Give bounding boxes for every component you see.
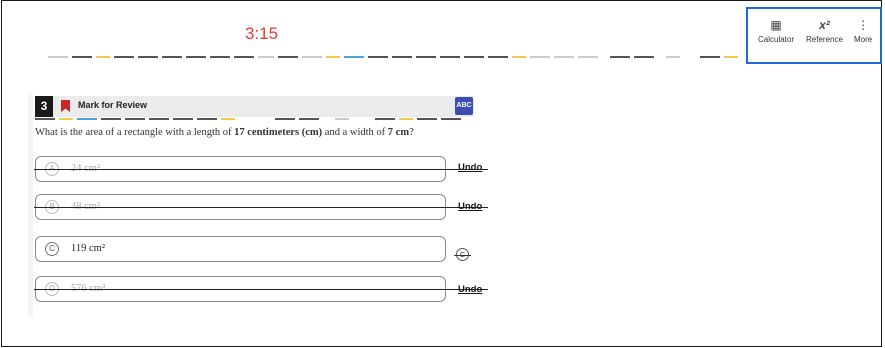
prompt-width: 7 cm <box>387 127 410 138</box>
strikethrough-line <box>34 169 488 170</box>
question-side-rule <box>28 93 33 317</box>
answer-option-c[interactable]: C 119 cm² <box>35 236 446 262</box>
more-vertical-icon: ⋮ <box>857 18 870 32</box>
question-number: 3 <box>35 96 53 117</box>
prompt-length: 17 centimeters (cm) <box>234 127 323 138</box>
prompt-text: and a width of <box>322 127 388 138</box>
strikethrough-line <box>34 289 488 290</box>
undo-button-d[interactable]: Undo <box>458 284 482 295</box>
calculator-icon: ▦ <box>770 18 782 32</box>
undo-button-a[interactable]: Undo <box>458 162 482 173</box>
bookmark-icon[interactable] <box>61 100 70 112</box>
reference-icon: x² <box>819 18 830 32</box>
question-header: 3 Mark for Review ABC <box>35 96 474 120</box>
undo-button-b[interactable]: Undo <box>458 201 482 212</box>
prompt-text: What is the area of a rectangle with a l… <box>35 127 235 138</box>
answer-option-b[interactable]: B 48 cm² <box>34 194 488 220</box>
tools-toolbar: ▦ Calculator x² Reference ⋮ More <box>746 7 882 64</box>
timer: 3:15 <box>245 24 279 43</box>
calculator-label: Calculator <box>758 35 795 44</box>
more-button[interactable]: ⋮ More <box>854 15 872 44</box>
strikethrough-line <box>34 207 488 208</box>
calculator-button[interactable]: ▦ Calculator <box>758 15 794 44</box>
option-letter: C <box>45 242 59 256</box>
mark-for-review-button[interactable]: Mark for Review <box>78 100 147 110</box>
option-value: 119 cm² <box>71 243 105 254</box>
more-label: More <box>854 35 873 44</box>
eliminate-option-c-icon[interactable]: C <box>454 248 471 261</box>
reference-label: Reference <box>806 35 843 44</box>
question-prompt: What is the area of a rectangle with a l… <box>35 127 485 138</box>
reference-button[interactable]: x² Reference <box>806 15 843 44</box>
app-frame: 3:15 ▦ Calculator x² Reference ⋮ More 3 … <box>1 0 882 347</box>
prompt-text: ? <box>409 127 414 138</box>
answer-option-a[interactable]: A 24 cm² <box>34 156 488 182</box>
answer-option-d[interactable]: D 576 cm² <box>34 276 488 302</box>
header-dash-row <box>35 118 474 120</box>
answer-eliminator-toggle[interactable]: ABC <box>455 97 473 115</box>
